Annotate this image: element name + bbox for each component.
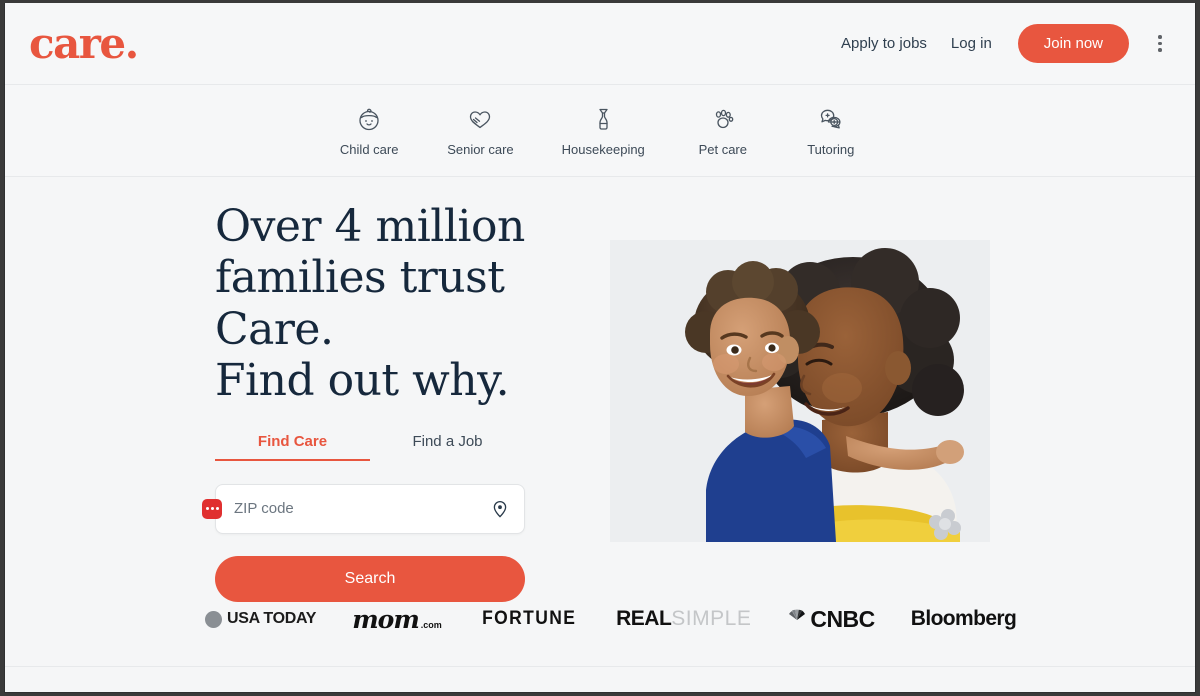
autofill-dot-3 bbox=[215, 507, 219, 511]
category-child-care-label: Child care bbox=[339, 141, 399, 157]
headline-line-4: Find out why. bbox=[215, 355, 510, 407]
header-actions: Apply to jobs Log in Join now bbox=[829, 24, 1177, 63]
speech-bubbles-icon bbox=[817, 105, 845, 133]
press-logo-usa-today: USA TODAY bbox=[205, 604, 316, 634]
zip-code-field-wrapper bbox=[202, 483, 525, 534]
category-child-care[interactable]: Child care bbox=[339, 105, 399, 157]
fortune-label: FORTUNE bbox=[481, 608, 577, 629]
kebab-dot-1 bbox=[1158, 35, 1162, 39]
category-housekeeping-label: Housekeeping bbox=[561, 141, 645, 157]
headline-line-1: Over 4 million bbox=[215, 201, 525, 252]
usa-today-circle-icon bbox=[205, 610, 222, 628]
heart-hands-icon bbox=[466, 105, 494, 133]
headline-line-2: families trust bbox=[215, 252, 505, 304]
spray-bottle-icon bbox=[589, 105, 617, 133]
autofill-dot-2 bbox=[210, 507, 214, 511]
autofill-dot-1 bbox=[205, 507, 209, 511]
category-pet-care[interactable]: Pet care bbox=[693, 105, 753, 157]
press-logo-fortune: FORTUNE bbox=[478, 604, 580, 634]
press-logo-mom-com: mom .com bbox=[352, 604, 442, 634]
category-tutoring[interactable]: Tutoring bbox=[801, 105, 861, 157]
tab-find-a-job[interactable]: Find a Job bbox=[370, 433, 525, 461]
mom-label: mom bbox=[352, 604, 420, 634]
search-button[interactable]: Search bbox=[215, 555, 525, 602]
press-logo-cnbc: CNBC bbox=[787, 604, 875, 634]
nbc-peacock-icon bbox=[787, 607, 807, 632]
cnbc-label: CNBC bbox=[810, 605, 875, 632]
category-housekeeping[interactable]: Housekeeping bbox=[562, 105, 645, 157]
search-mode-tabs: Find Care Find a Job bbox=[215, 433, 545, 461]
simple-label: SIMPLE bbox=[671, 607, 752, 630]
more-vertical-icon[interactable] bbox=[1143, 27, 1177, 61]
tab-find-care[interactable]: Find Care bbox=[215, 433, 370, 461]
mom-com-suffix: .com bbox=[420, 620, 442, 630]
log-in-link[interactable]: Log in bbox=[939, 27, 1004, 60]
logo-wordmark: care bbox=[29, 18, 126, 68]
kebab-dot-3 bbox=[1158, 48, 1162, 52]
bloomberg-label: Bloomberg bbox=[910, 607, 1017, 630]
hero-content: Over 4 million families trust Care. Find… bbox=[202, 201, 545, 602]
password-manager-icon[interactable] bbox=[202, 498, 222, 519]
real-label: REAL bbox=[616, 607, 672, 630]
category-pet-care-label: Pet care bbox=[698, 141, 747, 157]
apply-to-jobs-link[interactable]: Apply to jobs bbox=[829, 27, 939, 60]
page-title: Over 4 million families trust Care. Find… bbox=[215, 201, 545, 407]
baby-face-icon bbox=[355, 105, 383, 133]
care-logo[interactable]: care. bbox=[29, 22, 139, 65]
headline-line-3: Care. bbox=[215, 303, 334, 355]
hero-section: Over 4 million families trust Care. Find… bbox=[5, 177, 1195, 667]
join-now-button[interactable]: Join now bbox=[1017, 24, 1129, 63]
paw-print-icon bbox=[709, 105, 737, 133]
kebab-dot-2 bbox=[1158, 41, 1162, 46]
site-header: care. Apply to jobs Log in Join now bbox=[5, 3, 1195, 85]
usa-today-label: USA TODAY bbox=[227, 610, 317, 627]
category-tutoring-label: Tutoring bbox=[807, 141, 855, 157]
category-nav: Child care Senior care Housekeeping Pet … bbox=[5, 85, 1195, 177]
category-senior-care[interactable]: Senior care bbox=[447, 105, 514, 157]
location-pin-icon[interactable] bbox=[490, 499, 510, 519]
hero-photo bbox=[610, 240, 990, 542]
press-logo-bloomberg: Bloomberg bbox=[910, 604, 1017, 634]
zip-code-input[interactable] bbox=[216, 484, 524, 533]
press-logo-real-simple: REAL SIMPLE bbox=[616, 604, 751, 634]
page-footer-strip bbox=[5, 667, 1195, 692]
category-senior-care-label: Senior care bbox=[447, 141, 514, 157]
press-logos: USA TODAY mom .com FORTUNE REAL SIMPLE C… bbox=[205, 602, 1017, 636]
browser-viewport: care. Apply to jobs Log in Join now Chil… bbox=[4, 3, 1196, 693]
logo-period: . bbox=[124, 18, 140, 68]
